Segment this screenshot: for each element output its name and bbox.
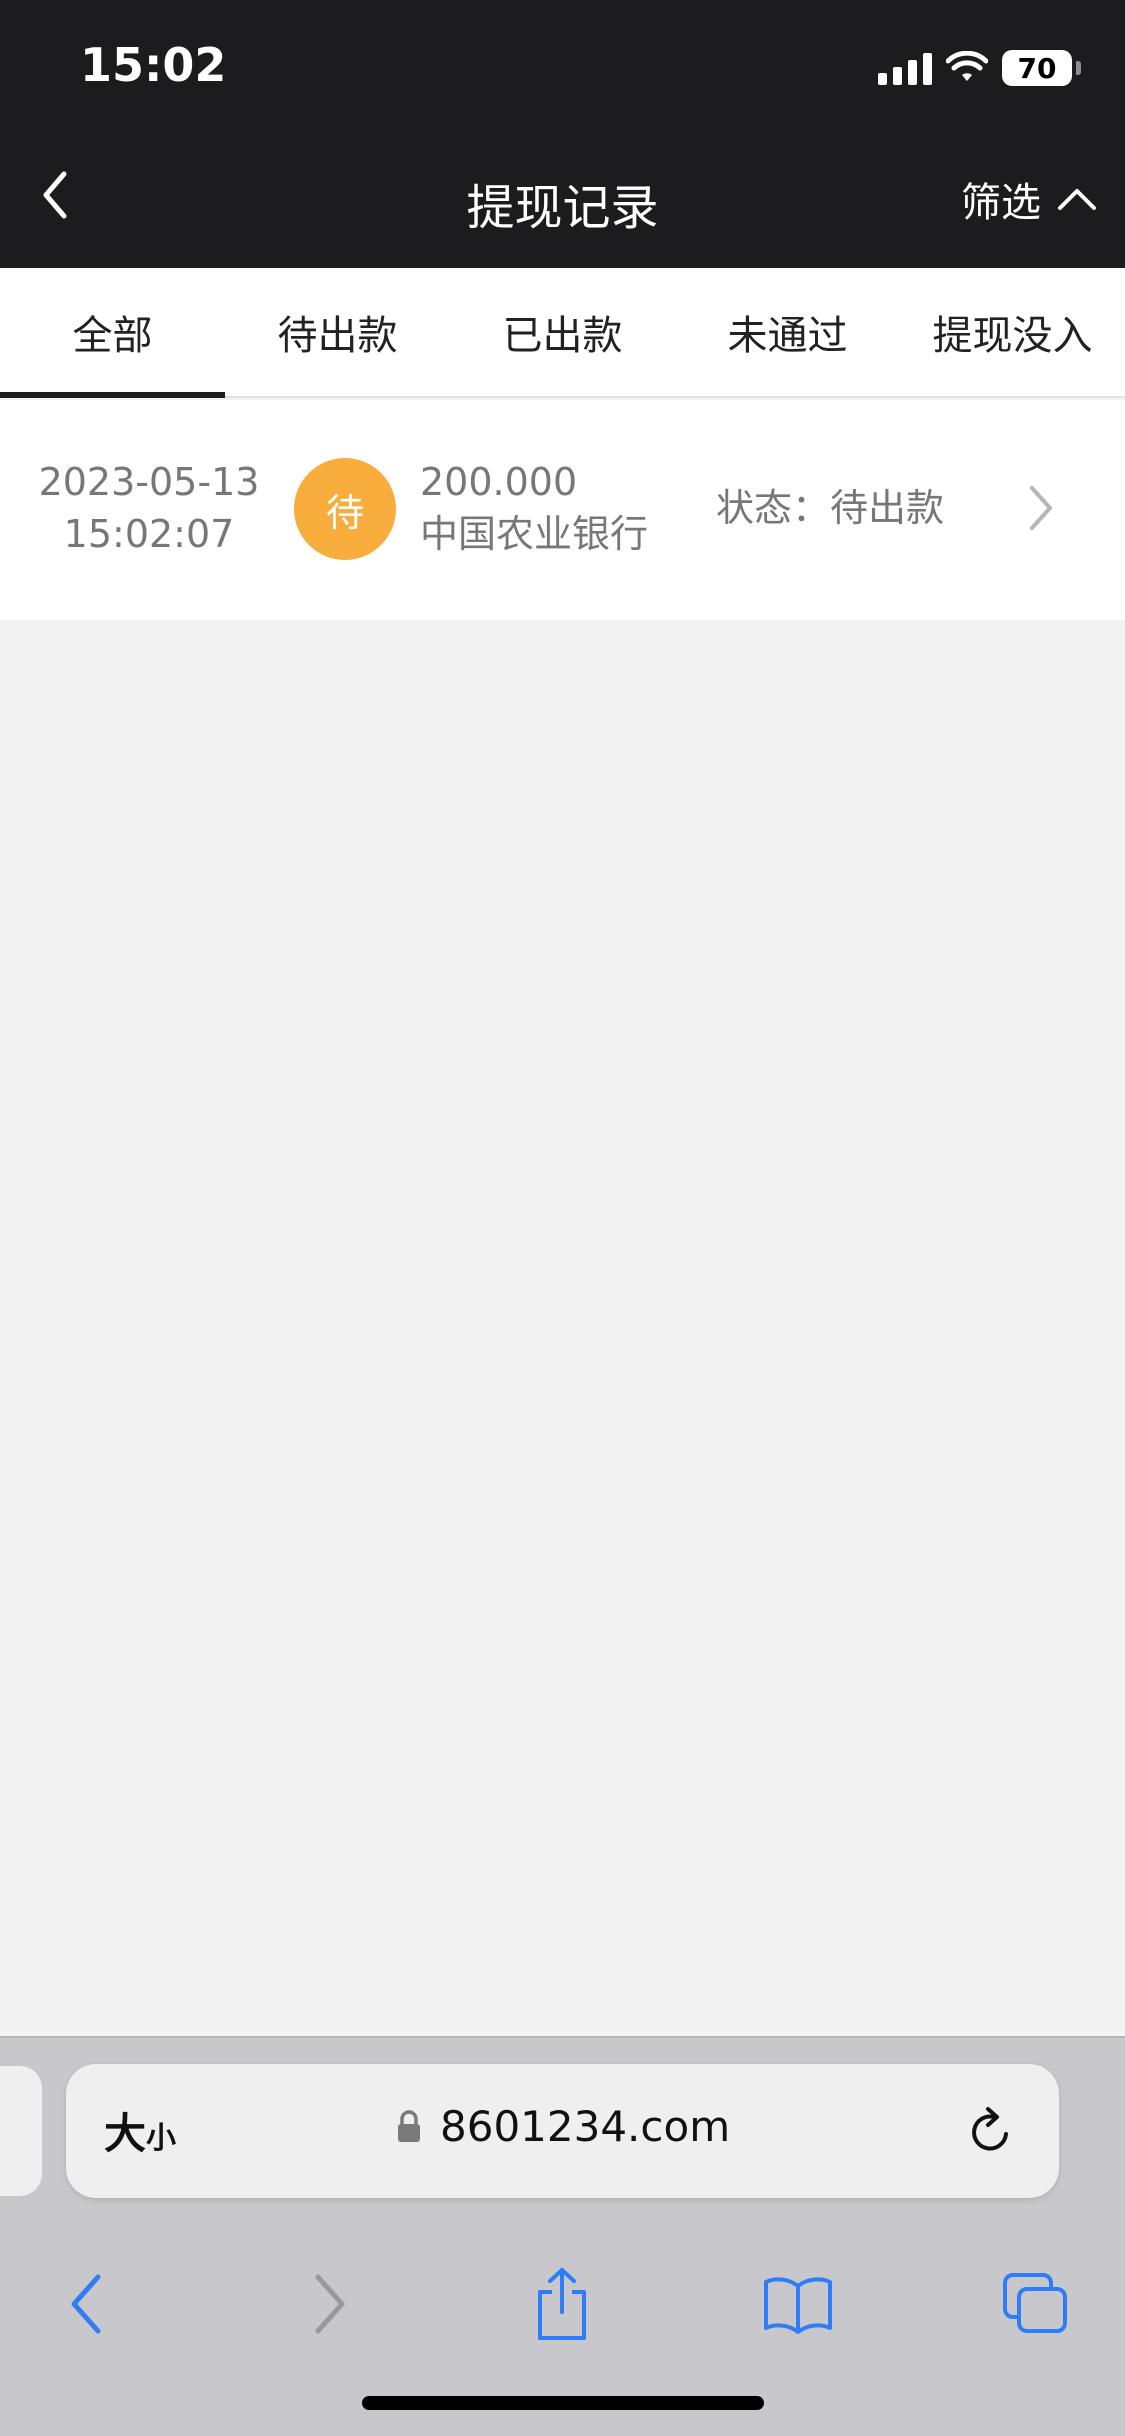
app-header: 15:02 70 提现记录 筛选 — [0, 0, 1125, 268]
chevron-right-icon[interactable] — [1020, 478, 1060, 538]
text-size-button[interactable]: 大小 — [104, 2100, 176, 2161]
tabs-icon — [1003, 2273, 1067, 2333]
bookmarks-icon — [764, 2277, 832, 2334]
status-tabs: 全部 待出款 已出款 未通过 提现没入 — [0, 268, 1125, 398]
browser-back-button[interactable] — [46, 2264, 126, 2344]
record-status: 状态：待出款 — [716, 486, 945, 530]
record-date: 2023-05-13 — [38, 460, 260, 504]
reload-button[interactable] — [961, 2098, 1021, 2164]
filter-label: 筛选 — [961, 180, 1041, 226]
tab-all[interactable]: 全部 — [0, 268, 225, 398]
tab-forfeited[interactable]: 提现没入 — [900, 268, 1125, 396]
battery-level: 70 — [1017, 51, 1057, 85]
status-badge: 待 — [294, 458, 396, 560]
share-icon — [538, 2268, 586, 2340]
page-title: 提现记录 — [466, 180, 659, 236]
record-bank: 中国农业银行 — [420, 512, 649, 556]
record-datetime: 2023-05-13 15:02:07 — [24, 456, 274, 560]
status-icons: 70 — [878, 46, 1081, 90]
address-bar[interactable]: 大小 8601234.com — [66, 2064, 1059, 2198]
record-amount: 200.000 — [420, 460, 578, 504]
filter-button[interactable]: 筛选 — [961, 170, 1097, 228]
withdrawal-record-row[interactable]: 2023-05-13 15:02:07 待 200.000 中国农业银行 状态：… — [0, 400, 1125, 620]
tab-paid[interactable]: 已出款 — [450, 268, 675, 396]
url-text: 8601234.com — [440, 2102, 731, 2151]
chevron-up-icon — [1058, 189, 1096, 210]
status-time: 15:02 — [80, 38, 227, 92]
cellular-signal-icon — [878, 51, 932, 85]
browser-chrome: 大小 8601234.com — [0, 2036, 1125, 2436]
record-time: 15:02:07 — [63, 512, 235, 556]
home-indicator — [362, 2396, 764, 2410]
text-size-small: 小 — [146, 2121, 177, 2156]
battery-icon: 70 — [1002, 50, 1072, 86]
browser-forward-button[interactable] — [290, 2264, 370, 2344]
share-button[interactable] — [522, 2264, 602, 2344]
reload-icon — [972, 2107, 1008, 2151]
wifi-icon — [946, 51, 988, 81]
browser-forward-icon — [315, 2274, 345, 2334]
lock-icon — [398, 2109, 420, 2142]
bookmarks-button[interactable] — [758, 2264, 838, 2344]
tab-rejected[interactable]: 未通过 — [675, 268, 900, 396]
text-size-big: 大 — [104, 2109, 147, 2158]
previous-tab-card[interactable] — [0, 2066, 42, 2196]
tabs-button[interactable] — [996, 2264, 1076, 2344]
url-display[interactable]: 8601234.com — [396, 2102, 730, 2151]
browser-back-icon — [71, 2274, 101, 2334]
tab-pending[interactable]: 待出款 — [225, 268, 450, 396]
